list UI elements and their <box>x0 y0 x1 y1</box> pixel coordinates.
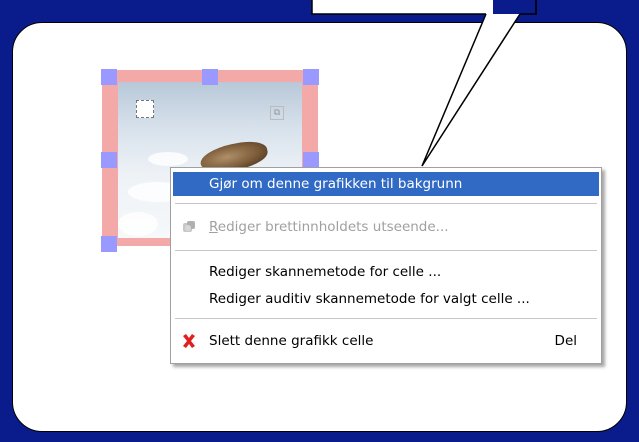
resize-handle-top[interactable] <box>202 69 218 85</box>
menu-item-edit-auditory-scan-method[interactable]: Rediger auditiv skannemetode for valgt c… <box>173 287 599 311</box>
cell-marker <box>136 100 154 118</box>
menu-separator <box>175 250 597 251</box>
resize-handle-bottom-left[interactable] <box>101 236 117 252</box>
delete-x-icon <box>181 333 197 349</box>
resize-handle-top-right[interactable] <box>303 69 319 85</box>
context-menu: Gjør om denne grafikken til bakgrunn Red… <box>170 167 602 364</box>
menu-item-make-background[interactable]: Gjør om denne grafikken til bakgrunn <box>173 172 599 196</box>
paint-icon <box>181 219 197 235</box>
menu-item-label: Gjør om denne grafikken til bakgrunn <box>209 176 463 192</box>
menu-item-delete-cell[interactable]: Slett denne grafikk celle Del <box>173 329 599 353</box>
menu-item-label: Rediger skannemetode for celle ... <box>209 264 442 280</box>
resize-handle-right[interactable] <box>303 152 319 168</box>
resize-handle-left[interactable] <box>101 152 117 168</box>
menu-item-label: Slett denne grafikk celle <box>209 333 374 349</box>
resize-handle-top-left[interactable] <box>101 69 117 85</box>
menu-item-edit-board-appearance[interactable]: Rediger brettinnholdets utseende... <box>173 215 599 239</box>
menu-item-edit-scan-method[interactable]: Rediger skannemetode for celle ... <box>173 260 599 284</box>
menu-item-label: Rediger brettinnholdets utseende... <box>209 219 449 235</box>
link-icon: ⧉ <box>270 106 284 120</box>
menu-separator <box>175 318 597 319</box>
menu-separator <box>175 203 597 204</box>
menu-item-shortcut: Del <box>554 333 577 349</box>
menu-item-label: Rediger auditiv skannemetode for valgt c… <box>209 291 530 307</box>
